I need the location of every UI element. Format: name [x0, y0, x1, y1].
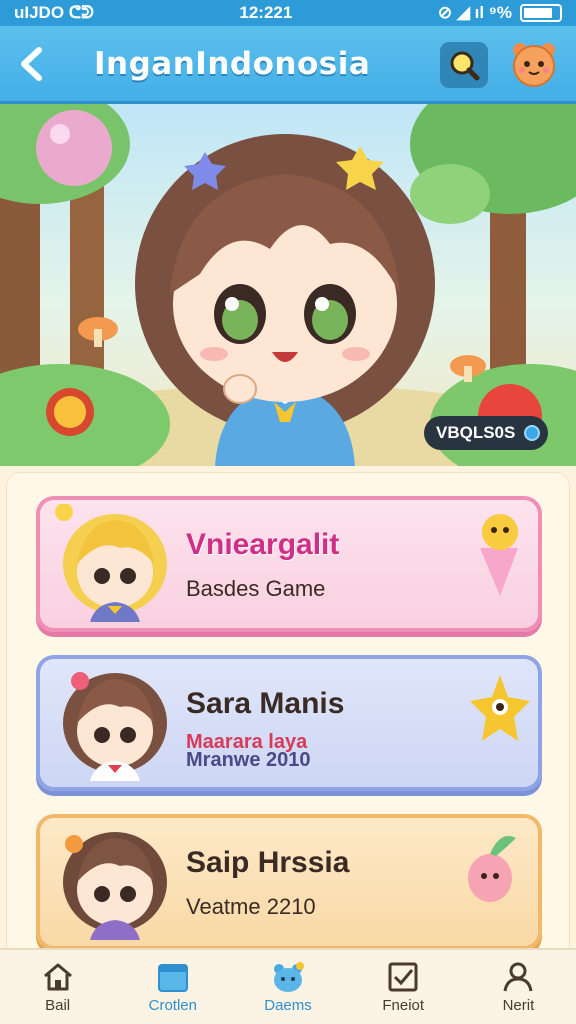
- bottom-navigation: Bail Crotlen Daems Fneiot Nerit: [0, 948, 576, 1024]
- status-time: 12:221: [239, 3, 293, 22]
- checkbox-icon: [388, 962, 418, 991]
- nav-item-home[interactable]: Bail: [0, 950, 115, 1024]
- nav-item-calendar[interactable]: Crotlen: [115, 950, 230, 1024]
- mascot-icon: [513, 43, 555, 87]
- nav-item-daems[interactable]: Daems: [230, 950, 345, 1024]
- status-right: ⊘ ◢ ıl ⁹%: [438, 3, 562, 23]
- character-subtitle: Veatme 2210: [186, 894, 316, 919]
- nav-label: Daems: [264, 996, 312, 1014]
- character-subtitle-line2: Mranwe 2010: [186, 749, 311, 771]
- hero-badge-label: VBQLS0S: [436, 423, 516, 442]
- avatar: [63, 832, 167, 940]
- status-icons: ⊘ ◢ ıl ⁹%: [437, 3, 512, 22]
- radish-icon: [468, 836, 516, 902]
- home-icon: [43, 963, 72, 990]
- hero-banner: VBQLS0S: [0, 104, 576, 466]
- avatar: [55, 504, 167, 622]
- page-title: InganIndonosia: [94, 45, 371, 82]
- character-subtitle: Basdes Game: [186, 576, 326, 601]
- search-button[interactable]: [440, 42, 488, 88]
- star-character-icon: [470, 675, 530, 741]
- profile-icon: [503, 962, 533, 991]
- nav-label: Nerit: [502, 996, 535, 1014]
- status-left: uIJDO ᕦᕲ: [14, 3, 94, 22]
- status-bar: uIJDO ᕦᕲ 12:221 ⊘ ◢ ıl ⁹%: [0, 0, 576, 26]
- nav-label: Fneiot: [382, 996, 425, 1014]
- nav-item-tasks[interactable]: Fneiot: [346, 950, 461, 1024]
- nav-label: Bail: [45, 996, 71, 1014]
- back-arrow-icon[interactable]: [0, 25, 64, 103]
- character-name: Saip Hrssia: [186, 846, 350, 879]
- mascot-icon: [274, 961, 304, 992]
- ice-cream-icon: [480, 514, 518, 596]
- search-icon: [450, 51, 480, 81]
- character-card[interactable]: Vnieargalit Basdes Game: [36, 496, 542, 632]
- battery-icon: [520, 4, 562, 22]
- hero-badge[interactable]: VBQLS0S: [424, 416, 548, 450]
- hero-illustration: [0, 104, 576, 466]
- calendar-icon: [157, 963, 188, 992]
- character-name: Sara Manis: [186, 687, 345, 720]
- nav-label: Crotlen: [148, 996, 197, 1014]
- character-name: Vnieargalit: [186, 528, 340, 561]
- nav-item-profile[interactable]: Nerit: [461, 950, 576, 1024]
- avatar: [63, 672, 167, 781]
- character-card[interactable]: Saip Hrssia Veatme 2210: [36, 814, 542, 950]
- character-card[interactable]: Sara Manis Maarara laya Mranwe 2010: [36, 655, 542, 791]
- mascot-button[interactable]: [508, 38, 560, 90]
- app-header: InganIndonosia: [0, 26, 576, 104]
- badge-dot-icon: [524, 425, 540, 441]
